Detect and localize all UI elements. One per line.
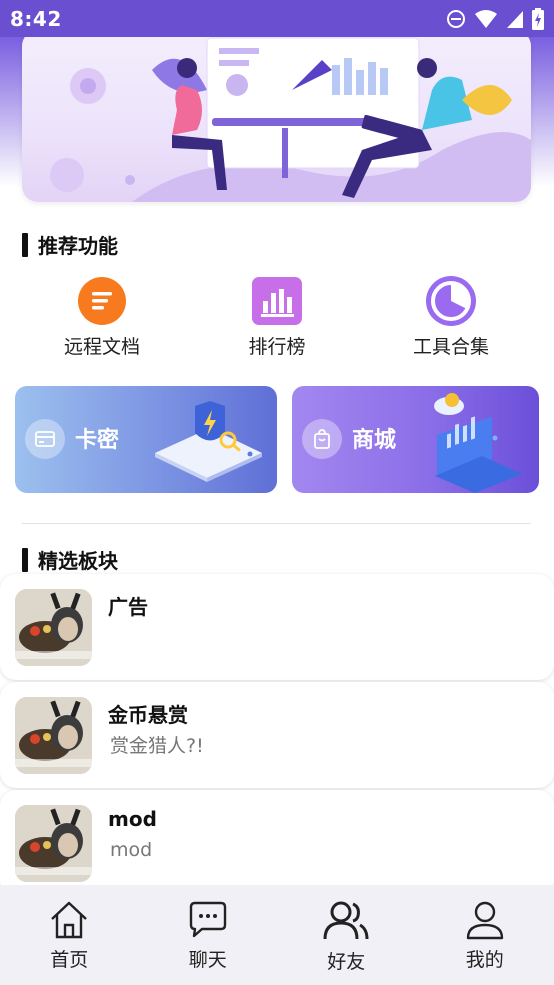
board-thumbnail: [15, 805, 92, 882]
chat-icon: [189, 901, 226, 938]
chart-icon: [252, 277, 302, 325]
shield-illustration-icon: [155, 401, 262, 482]
friends-icon: [323, 901, 369, 940]
status-bar: 8:42: [0, 0, 554, 37]
feature-label: 排行榜: [248, 336, 306, 358]
board-item[interactable]: mod mod: [0, 790, 554, 896]
battery-icon: [532, 7, 544, 30]
card-shop[interactable]: 商城: [292, 386, 539, 493]
recommended-section-title: 推荐功能: [22, 230, 118, 259]
feature-leaderboard[interactable]: 排行榜: [207, 276, 347, 359]
banner[interactable]: [22, 30, 531, 202]
tab-label: 首页: [50, 949, 89, 971]
board-item[interactable]: 广告: [0, 574, 554, 680]
shop-bag-icon: [302, 419, 342, 459]
card-icon: [25, 419, 65, 459]
bottom-tab-bar: 首页 聊天 好友 我的: [0, 885, 554, 985]
featured-title: 精选板块: [38, 549, 118, 573]
tab-profile[interactable]: 我的: [416, 885, 554, 985]
laptop-illustration-icon: [434, 393, 522, 493]
board-thumbnail: [15, 697, 92, 774]
document-icon: [78, 277, 126, 325]
pie-icon: [426, 276, 476, 326]
title-marker: [22, 547, 28, 572]
feature-label: 远程文档: [63, 336, 140, 358]
board-thumbnail: [15, 589, 92, 666]
tab-friends[interactable]: 好友: [277, 885, 416, 985]
board-subtitle: mod: [110, 839, 153, 861]
recommended-title: 推荐功能: [38, 234, 118, 258]
tab-chat[interactable]: 聊天: [139, 885, 278, 985]
card-kami-label: 卡密: [75, 428, 120, 453]
dnd-icon: [447, 9, 465, 28]
title-marker: [22, 232, 28, 257]
status-time: 8:42: [10, 6, 62, 31]
card-shop-label: 商城: [352, 428, 397, 453]
board-title: mod: [108, 807, 157, 831]
feature-label: 工具合集: [412, 336, 489, 358]
card-kami[interactable]: 卡密: [15, 386, 277, 493]
banner-illustration: [50, 37, 531, 202]
tab-label: 我的: [465, 949, 504, 971]
tab-label: 好友: [327, 951, 366, 973]
featured-section-title: 精选板块: [22, 545, 118, 574]
feature-tools[interactable]: 工具合集: [381, 276, 521, 359]
feature-remote-docs[interactable]: 远程文档: [32, 276, 172, 359]
board-subtitle: 赏金猎人?!: [110, 735, 204, 757]
tab-label: 聊天: [188, 949, 227, 971]
tab-home[interactable]: 首页: [0, 885, 139, 985]
profile-icon: [466, 901, 503, 940]
home-icon: [51, 901, 88, 939]
board-title: 广告: [108, 595, 148, 619]
wifi-icon: [475, 9, 497, 28]
section-divider: [22, 523, 531, 524]
board-title: 金币悬赏: [108, 703, 188, 727]
signal-icon: [507, 10, 523, 28]
board-item[interactable]: 金币悬赏 赏金猎人?!: [0, 682, 554, 788]
